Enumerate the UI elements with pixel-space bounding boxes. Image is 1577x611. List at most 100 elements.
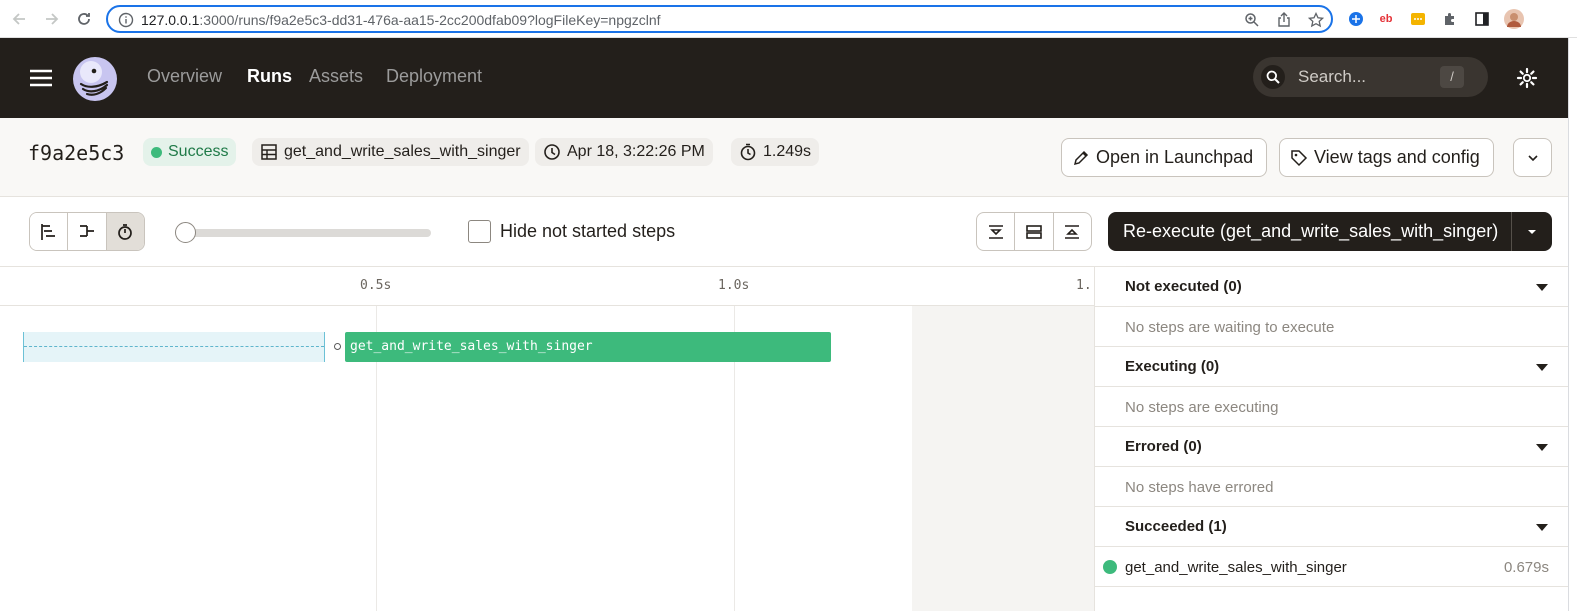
search-shortcut-key: / <box>1440 66 1464 88</box>
open-in-launchpad-button[interactable]: Open in Launchpad <box>1061 138 1268 177</box>
timer-icon <box>739 143 757 161</box>
gantt-chart: 0.5s 1.0s 1. get_and_write_sales_with_si… <box>0 267 1094 611</box>
extension-blue-icon[interactable] <box>1346 9 1366 29</box>
nav-runs[interactable]: Runs <box>247 66 292 87</box>
duration: 1.249s <box>763 143 812 160</box>
hide-not-started-checkbox[interactable] <box>468 220 491 243</box>
reload-icon[interactable] <box>74 9 94 29</box>
section-errored[interactable]: Errored (0) <box>1095 427 1569 467</box>
status-badge: Success <box>143 138 237 166</box>
duration-tag: 1.249s <box>731 138 820 166</box>
step-bar[interactable]: get_and_write_sales_with_singer <box>345 332 831 362</box>
expand-collapse-toggle <box>976 212 1092 251</box>
url-text: 127.0.0.1:3000/runs/f9a2e5c3-dd31-476a-a… <box>141 12 661 28</box>
section-executing[interactable]: Executing (0) <box>1095 347 1569 387</box>
section-title: Succeeded (1) <box>1125 518 1227 535</box>
start-time: Apr 18, 3:22:26 PM <box>567 143 705 160</box>
caret-down-icon <box>1535 361 1549 373</box>
section-empty: No steps are waiting to execute <box>1095 307 1569 347</box>
expand-middle-button[interactable] <box>1015 213 1054 250</box>
search-icon <box>1261 65 1285 89</box>
collapse-icon <box>987 223 1005 241</box>
gantt-toolbar: Hide not started steps Re-execute (get_a… <box>0 197 1568 267</box>
run-header: f9a2e5c3 Success get_and_write_sales_wit… <box>0 118 1568 197</box>
step-start-marker <box>334 343 341 350</box>
table-icon <box>260 143 278 161</box>
step-status-panel: Not executed (0) No steps are waiting to… <box>1094 267 1569 611</box>
extension-yellow-icon[interactable] <box>1408 9 1428 29</box>
side-panel-icon[interactable] <box>1472 9 1492 29</box>
settings-gear-icon[interactable] <box>1516 67 1538 89</box>
expand-icon <box>1063 223 1081 241</box>
share-icon[interactable] <box>1276 12 1292 28</box>
view-tags-config-button[interactable]: View tags and config <box>1279 138 1494 177</box>
status-dot-icon <box>151 146 162 158</box>
pencil-icon <box>1072 149 1090 167</box>
view-mode-toggle <box>29 212 145 251</box>
dagster-logo-icon[interactable] <box>70 54 120 104</box>
future-region <box>912 306 1094 611</box>
clock-icon <box>543 143 561 161</box>
wait-dashed-line <box>24 346 324 347</box>
reexecute-dropdown-caret-icon[interactable] <box>1512 226 1552 238</box>
section-title: Executing (0) <box>1125 358 1220 375</box>
step-list-item[interactable]: get_and_write_sales_with_singer 0.679s <box>1095 547 1569 587</box>
waterfall-view-button[interactable] <box>68 213 107 250</box>
section-title: Not executed (0) <box>1125 278 1242 295</box>
profile-avatar-icon[interactable] <box>1504 9 1524 29</box>
step-name: get_and_write_sales_with_singer <box>1125 559 1347 576</box>
bookmark-star-icon[interactable] <box>1308 12 1324 28</box>
caret-down-icon <box>1535 521 1549 533</box>
nav-overview[interactable]: Overview <box>147 66 222 87</box>
stopwatch-icon <box>116 223 134 241</box>
caret-down-icon <box>1535 441 1549 453</box>
success-dot-icon <box>1103 560 1117 574</box>
flat-view-button[interactable] <box>30 213 69 250</box>
timed-view-button[interactable] <box>106 213 144 250</box>
job-name: get_and_write_sales_with_singer <box>284 143 521 160</box>
tick-label: 0.5s <box>360 278 392 293</box>
chevron-down-icon <box>1526 151 1540 165</box>
url-path: :3000/runs/f9a2e5c3-dd31-476a-aa15-2cc20… <box>199 12 661 28</box>
hamburger-menu-icon[interactable] <box>29 66 53 90</box>
forward-icon[interactable] <box>42 9 62 29</box>
zoom-slider-handle[interactable] <box>175 222 196 243</box>
section-succeeded[interactable]: Succeeded (1) <box>1095 507 1569 547</box>
empty-message: No steps are executing <box>1125 399 1279 416</box>
job-name-tag[interactable]: get_and_write_sales_with_singer <box>252 138 529 166</box>
empty-message: No steps are waiting to execute <box>1125 319 1335 336</box>
browser-toolbar: 127.0.0.1:3000/runs/f9a2e5c3-dd31-476a-a… <box>0 0 1577 38</box>
tick-label: 1.0s <box>718 278 750 293</box>
expand-down-button[interactable] <box>1054 213 1091 250</box>
ebay-extension-icon[interactable]: eb <box>1376 9 1396 29</box>
section-empty: No steps have errored <box>1095 467 1569 507</box>
collapse-up-button[interactable] <box>977 213 1016 250</box>
nav-deployment[interactable]: Deployment <box>386 66 482 87</box>
step-duration: 0.679s <box>1503 559 1549 576</box>
section-title: Errored (0) <box>1125 438 1202 455</box>
gantt-flat-icon <box>40 223 58 241</box>
step-wait-box <box>23 332 325 362</box>
more-actions-button[interactable] <box>1513 138 1552 177</box>
app-header: Overview Runs Assets Deployment Search..… <box>0 38 1568 118</box>
nav-assets[interactable]: Assets <box>309 66 363 87</box>
hide-not-started-label[interactable]: Hide not started steps <box>500 221 675 242</box>
empty-message: No steps have errored <box>1125 479 1274 496</box>
zoom-icon[interactable] <box>1244 12 1260 28</box>
open-in-launchpad-label: Open in Launchpad <box>1096 147 1254 167</box>
back-icon[interactable] <box>9 9 29 29</box>
zoom-slider-track[interactable] <box>185 229 431 237</box>
tick-label: 1. <box>1076 278 1092 293</box>
site-info-icon[interactable] <box>118 12 134 28</box>
section-not-executed[interactable]: Not executed (0) <box>1095 267 1569 307</box>
status-text: Success <box>168 143 229 160</box>
extensions-puzzle-icon[interactable] <box>1440 9 1460 29</box>
ebay-extension-label: eb <box>1379 13 1393 25</box>
time-axis: 0.5s 1.0s 1. <box>0 267 1094 306</box>
address-bar[interactable]: 127.0.0.1:3000/runs/f9a2e5c3-dd31-476a-a… <box>106 5 1333 33</box>
run-id: f9a2e5c3 <box>28 141 125 165</box>
caret-down-icon <box>1535 281 1549 293</box>
view-tags-config-label: View tags and config <box>1314 147 1480 167</box>
reexecute-button[interactable]: Re-execute (get_and_write_sales_with_sin… <box>1108 212 1552 251</box>
search-input[interactable]: Search... / <box>1253 57 1488 97</box>
